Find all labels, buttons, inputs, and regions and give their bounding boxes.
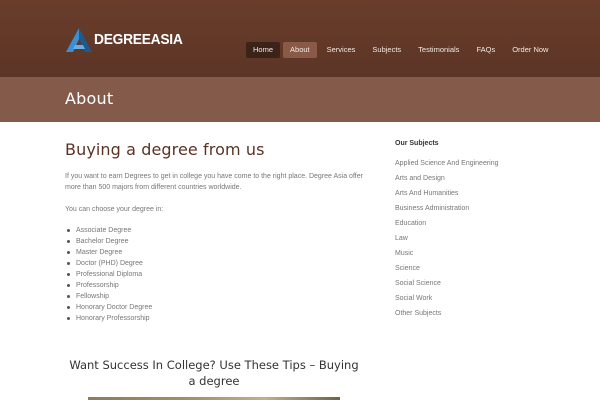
nav-order-now[interactable]: Order Now — [505, 42, 555, 58]
main-nav: Home About Services Subjects Testimonial… — [246, 42, 558, 58]
choose-paragraph: You can choose your degree in: — [65, 206, 164, 213]
sidebar-item-science[interactable]: Science — [395, 261, 535, 276]
nav-about[interactable]: About — [283, 42, 317, 58]
list-item: Associate Degree — [65, 225, 365, 236]
sidebar-item-other-subjects[interactable]: Other Subjects — [395, 306, 535, 321]
nav-faqs[interactable]: FAQs — [469, 42, 502, 58]
list-item: Master Degree — [65, 247, 365, 258]
sidebar-item-arts-design[interactable]: Arts and Design — [395, 171, 535, 186]
sidebar-item-business-administration[interactable]: Business Administration — [395, 201, 535, 216]
site-header: DEGREEASIA Home About Services Subjects … — [0, 0, 600, 77]
nav-testimonials[interactable]: Testimonials — [411, 42, 466, 58]
sidebar-heading: Our Subjects — [395, 140, 439, 147]
sidebar-item-social-work[interactable]: Social Work — [395, 291, 535, 306]
content-heading: Buying a degree from us — [65, 140, 265, 159]
page-title: About — [65, 89, 114, 108]
site-logo[interactable]: DEGREEASIA — [66, 27, 190, 53]
post-title-link[interactable]: Want Success In College? Use These Tips … — [65, 357, 363, 389]
sidebar-item-education[interactable]: Education — [395, 216, 535, 231]
list-item: Professional Diploma — [65, 269, 365, 280]
sidebar-item-arts-humanities[interactable]: Arts And Humanities — [395, 186, 535, 201]
sidebar: Our Subjects Applied Science And Enginee… — [395, 140, 535, 321]
sidebar-item-applied-science[interactable]: Applied Science And Engineering — [395, 156, 535, 171]
list-item: Fellowship — [65, 291, 365, 302]
nav-subjects[interactable]: Subjects — [365, 42, 408, 58]
nav-services[interactable]: Services — [320, 42, 363, 58]
list-item: Bachelor Degree — [65, 236, 365, 247]
list-item: Honorary Doctor Degree — [65, 302, 365, 313]
logo-text: DEGREEASIA — [94, 31, 183, 48]
degree-list: Associate Degree Bachelor Degree Master … — [65, 225, 365, 324]
list-item: Professorship — [65, 280, 365, 291]
main-content: Buying a degree from us If you want to e… — [65, 140, 365, 324]
subject-list: Applied Science And Engineering Arts and… — [395, 156, 535, 321]
sidebar-item-music[interactable]: Music — [395, 246, 535, 261]
nav-home[interactable]: Home — [246, 42, 281, 58]
sidebar-item-social-science[interactable]: Social Science — [395, 276, 535, 291]
intro-paragraph: If you want to earn Degrees to get in co… — [65, 173, 363, 191]
logo-a-icon — [66, 28, 92, 52]
list-item: Honorary Professorship — [65, 313, 365, 324]
page-title-bar: About — [0, 77, 600, 122]
sidebar-item-law[interactable]: Law — [395, 231, 535, 246]
list-item: Doctor (PHD) Degree — [65, 258, 365, 269]
